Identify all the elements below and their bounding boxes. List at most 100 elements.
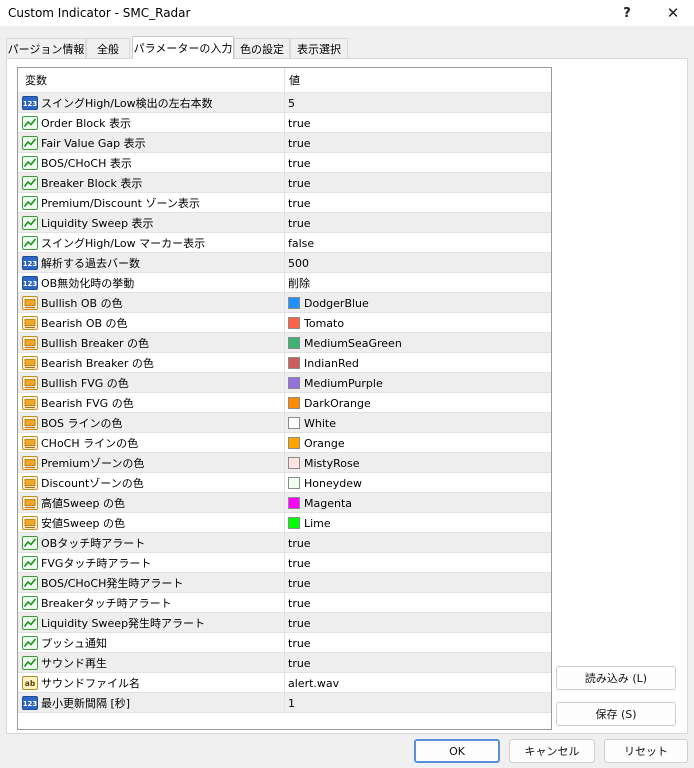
parameter-value-cell[interactable]: Magenta [288, 493, 352, 513]
parameter-name-cell: プッシュ通知 [22, 633, 107, 653]
save-button[interactable]: 保存 (S) [556, 702, 676, 726]
table-row[interactable]: Breakerタッチ時アラート true [18, 593, 551, 613]
parameter-value-cell[interactable]: true [288, 553, 311, 573]
parameter-value-cell[interactable]: true [288, 593, 311, 613]
tab-general[interactable]: 全般 [86, 38, 130, 58]
parameter-value: MediumPurple [304, 376, 383, 390]
table-row[interactable]: Bullish FVG の色 MediumPurple [18, 373, 551, 393]
parameter-value-cell[interactable]: false [288, 233, 314, 253]
table-row[interactable]: Premium/Discount ゾーン表示 true [18, 193, 551, 213]
column-header-variable[interactable]: 変数 [25, 68, 47, 93]
cell-divider [284, 293, 285, 313]
parameter-value-cell[interactable]: White [288, 413, 336, 433]
parameter-value-cell[interactable]: DodgerBlue [288, 293, 369, 313]
table-row[interactable]: スイングHigh/Low マーカー表示 false [18, 233, 551, 253]
table-row[interactable]: Bullish Breaker の色 MediumSeaGreen [18, 333, 551, 353]
column-divider[interactable] [284, 68, 285, 93]
parameter-value-cell[interactable]: true [288, 173, 311, 193]
load-button[interactable]: 読み込み (L) [556, 666, 676, 690]
cell-divider [284, 413, 285, 433]
parameter-value-cell[interactable]: 500 [288, 253, 309, 273]
table-row[interactable]: Liquidity Sweep発生時アラート true [18, 613, 551, 633]
tab-input-parameters[interactable]: パラメーターの入力 [132, 36, 234, 59]
table-row[interactable]: 123 最小更新間隔 [秒] 1 [18, 693, 551, 713]
tab-colors[interactable]: 色の設定 [234, 38, 290, 58]
parameter-value: true [288, 636, 311, 650]
color-swatch [288, 417, 300, 429]
table-row[interactable]: Bearish Breaker の色 IndianRed [18, 353, 551, 373]
parameter-value-cell[interactable]: Lime [288, 513, 331, 533]
parameter-value-cell[interactable]: true [288, 533, 311, 553]
table-row[interactable]: BOS/CHoCH発生時アラート true [18, 573, 551, 593]
table-row[interactable]: OBタッチ時アラート true [18, 533, 551, 553]
reset-button[interactable]: リセット [604, 739, 688, 763]
table-row[interactable]: Premiumゾーンの色 MistyRose [18, 453, 551, 473]
table-row[interactable]: Fair Value Gap 表示 true [18, 133, 551, 153]
table-row[interactable]: BOS/CHoCH 表示 true [18, 153, 551, 173]
table-row[interactable]: Liquidity Sweep 表示 true [18, 213, 551, 233]
parameter-value-cell[interactable]: MediumPurple [288, 373, 383, 393]
parameter-name: Premiumゾーンの色 [41, 457, 145, 470]
window-title: Custom Indicator - SMC_Radar [8, 6, 191, 20]
close-button[interactable]: ✕ [650, 0, 694, 26]
table-row[interactable]: Discountゾーンの色 Honeydew [18, 473, 551, 493]
parameter-value-cell[interactable]: true [288, 653, 311, 673]
parameter-value-cell[interactable]: true [288, 213, 311, 233]
cell-divider [284, 533, 285, 553]
table-row[interactable]: 123 スイングHigh/Low検出の左右本数 5 [18, 93, 551, 113]
parameter-value-cell[interactable]: DarkOrange [288, 393, 371, 413]
table-row[interactable]: Breaker Block 表示 true [18, 173, 551, 193]
parameter-value-cell[interactable]: 削除 [288, 273, 310, 293]
parameter-value-cell[interactable]: MistyRose [288, 453, 359, 473]
parameter-value-cell[interactable]: true [288, 113, 311, 133]
tab-version-info[interactable]: パージョン情報 [6, 38, 86, 58]
table-row[interactable]: ab サウンドファイル名 alert.wav [18, 673, 551, 693]
parameter-value-cell[interactable]: MediumSeaGreen [288, 333, 402, 353]
parameter-name: スイングHigh/Low マーカー表示 [41, 237, 206, 250]
table-row[interactable]: プッシュ通知 true [18, 633, 551, 653]
table-row[interactable]: 安値Sweep の色 Lime [18, 513, 551, 533]
parameter-value-cell[interactable]: 1 [288, 693, 295, 713]
parameter-name-cell: Order Block 表示 [22, 113, 131, 133]
parameter-value-cell[interactable]: Orange [288, 433, 345, 453]
cell-divider [284, 633, 285, 653]
table-row[interactable]: Order Block 表示 true [18, 113, 551, 133]
parameter-name: BOS ラインの色 [41, 417, 123, 430]
parameter-name-cell: BOS/CHoCH発生時アラート [22, 573, 183, 593]
parameter-value-cell[interactable]: IndianRed [288, 353, 359, 373]
parameter-name: Discountゾーンの色 [41, 477, 144, 490]
table-row[interactable]: 高値Sweep の色 Magenta [18, 493, 551, 513]
color-icon [22, 396, 38, 410]
ok-button[interactable]: OK [414, 739, 500, 763]
parameter-value-cell[interactable]: true [288, 193, 311, 213]
help-button[interactable]: ? [604, 0, 650, 26]
table-row[interactable]: Bullish OB の色 DodgerBlue [18, 293, 551, 313]
column-header-value[interactable]: 値 [289, 68, 300, 93]
parameter-value-cell[interactable]: true [288, 133, 311, 153]
parameter-value-cell[interactable]: alert.wav [288, 673, 339, 693]
table-row[interactable]: Bearish OB の色 Tomato [18, 313, 551, 333]
cell-divider [284, 613, 285, 633]
table-row[interactable]: FVGタッチ時アラート true [18, 553, 551, 573]
cell-divider [284, 113, 285, 133]
cancel-button[interactable]: キャンセル [509, 739, 595, 763]
parameter-name: Liquidity Sweep発生時アラート [41, 617, 206, 630]
parameter-value: true [288, 596, 311, 610]
parameter-value-cell[interactable]: true [288, 633, 311, 653]
tab-visualization[interactable]: 表示選択 [290, 38, 348, 58]
parameter-value-cell[interactable]: 5 [288, 93, 295, 113]
parameter-value: false [288, 236, 315, 250]
table-row[interactable]: BOS ラインの色 White [18, 413, 551, 433]
boolean-icon [22, 116, 38, 130]
parameter-name: サウンドファイル名 [41, 677, 140, 690]
table-row[interactable]: CHoCH ラインの色 Orange [18, 433, 551, 453]
table-row[interactable]: 123 OB無効化時の挙動 削除 [18, 273, 551, 293]
parameter-value-cell[interactable]: Honeydew [288, 473, 362, 493]
parameter-value-cell[interactable]: true [288, 153, 311, 173]
parameter-value-cell[interactable]: Tomato [288, 313, 344, 333]
table-row[interactable]: Bearish FVG の色 DarkOrange [18, 393, 551, 413]
parameter-value-cell[interactable]: true [288, 613, 311, 633]
table-row[interactable]: 123 解析する過去バー数 500 [18, 253, 551, 273]
parameter-value-cell[interactable]: true [288, 573, 311, 593]
table-row[interactable]: サウンド再生 true [18, 653, 551, 673]
